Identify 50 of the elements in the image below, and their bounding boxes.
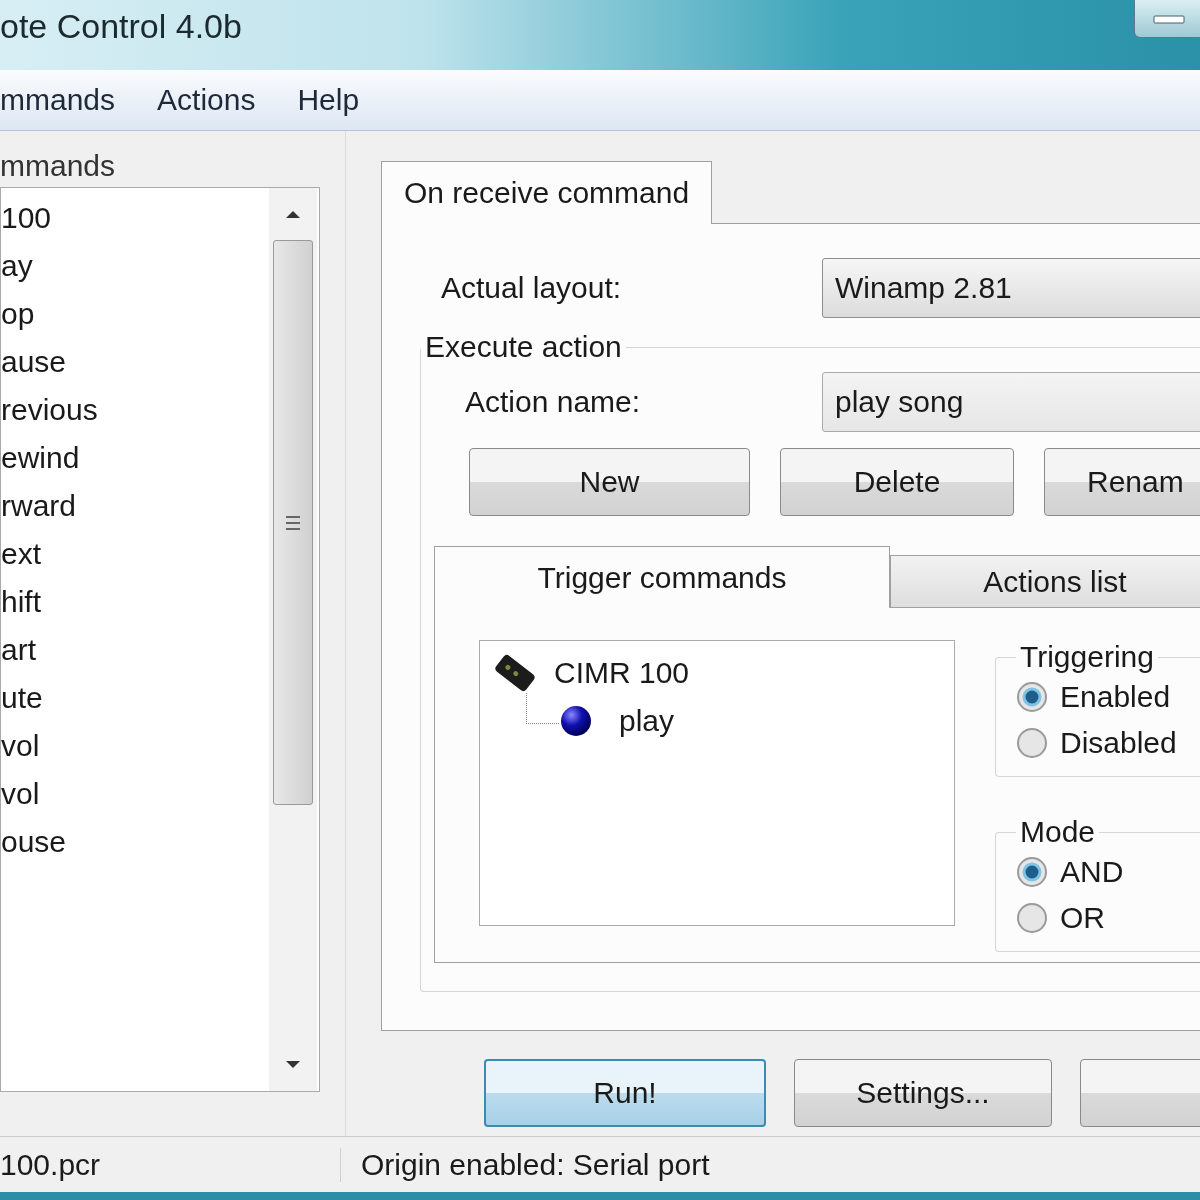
list-item[interactable]: ewind xyxy=(1,434,269,482)
group-label: Execute action xyxy=(424,330,623,364)
action-button[interactable]: Renam xyxy=(1044,448,1200,516)
scroll-thumb[interactable] xyxy=(273,240,313,805)
list-item[interactable]: vol xyxy=(1,722,269,770)
tab[interactable]: Trigger commands xyxy=(434,546,890,608)
tree-item[interactable]: play xyxy=(559,697,675,745)
list-item[interactable]: rward xyxy=(1,482,269,530)
list-item[interactable]: ause xyxy=(1,338,269,386)
layout-dropdown[interactable]: Winamp 2.81 xyxy=(822,258,1200,318)
action-button[interactable]: Delete xyxy=(780,448,1014,516)
list-item[interactable]: ext xyxy=(1,530,269,578)
menu-item[interactable]: mmands xyxy=(0,83,158,117)
radio-button[interactable]: AND xyxy=(1016,849,1200,895)
radio-button[interactable]: OR xyxy=(1016,895,1200,941)
list-item[interactable]: 100 xyxy=(1,194,269,242)
list-item[interactable]: revious xyxy=(1,386,269,434)
group-label: mmands xyxy=(0,149,117,184)
radio-icon[interactable] xyxy=(1016,902,1048,934)
list-item[interactable]: art xyxy=(1,626,269,674)
radio-button[interactable]: Disabled xyxy=(1016,720,1200,766)
tab[interactable]: Actions list xyxy=(890,555,1200,607)
minimize-button[interactable] xyxy=(1134,0,1200,38)
tree-connector xyxy=(526,693,559,724)
list-item[interactable]: hift xyxy=(1,578,269,626)
list-item[interactable]: ay xyxy=(1,242,269,290)
window-title: ote Control 4.0b xyxy=(0,6,242,47)
dialog-button[interactable]: Run! xyxy=(484,1059,766,1127)
list-item[interactable]: vol xyxy=(1,770,269,818)
list-item[interactable]: ouse xyxy=(1,818,269,866)
menu-item[interactable]: Actions xyxy=(157,83,298,117)
list-item[interactable]: op xyxy=(1,290,269,338)
group-label: Mode xyxy=(1019,815,1097,849)
ball-icon xyxy=(559,704,593,738)
tab[interactable]: On receive command xyxy=(381,161,713,224)
action-name-field[interactable]: play song xyxy=(822,372,1200,432)
radio-icon[interactable] xyxy=(1016,681,1048,713)
menu-item[interactable]: Help xyxy=(297,83,402,117)
status-text: Origin enabled: Serial port xyxy=(360,1147,710,1182)
status-text: 100.pcr xyxy=(0,1147,341,1182)
group-label: Triggering xyxy=(1019,640,1155,674)
list-item[interactable]: ute xyxy=(1,674,269,722)
action-button[interactable]: New xyxy=(469,448,750,516)
radio-icon[interactable] xyxy=(1016,856,1048,888)
tree-item[interactable]: CIMR 100 xyxy=(490,649,954,697)
field-label: Actual layout: xyxy=(441,271,623,305)
field-label: Action name: xyxy=(465,385,642,419)
radio-button[interactable]: Enabled xyxy=(1016,674,1200,720)
radio-icon[interactable] xyxy=(1016,727,1048,759)
dialog-button[interactable]: Settings... xyxy=(794,1059,1052,1127)
